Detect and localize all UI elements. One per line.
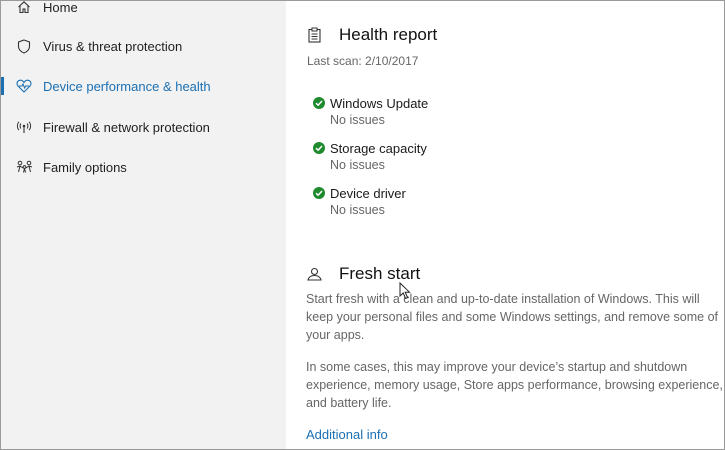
- check-circle-icon: [313, 97, 325, 109]
- antenna-icon: [15, 118, 33, 136]
- mouse-cursor-icon: [399, 282, 411, 300]
- status-item-storage-capacity: Storage capacity No issues: [313, 140, 427, 172]
- status-item-windows-update: Windows Update No issues: [313, 95, 428, 127]
- status-text: No issues: [330, 203, 385, 217]
- sidebar-item-label: Family options: [43, 159, 127, 175]
- sidebar-item-label: Firewall & network protection: [43, 119, 210, 135]
- fresh-start-header: Fresh start: [305, 264, 420, 284]
- status-name: Windows Update: [330, 95, 429, 111]
- window: Home Virus & threat protection Device pe…: [0, 0, 725, 450]
- heart-pulse-icon: [15, 77, 33, 95]
- last-scan-text: Last scan: 2/10/2017: [307, 54, 419, 68]
- active-indicator: [1, 77, 4, 95]
- fresh-start-title: Fresh start: [339, 264, 421, 283]
- sidebar-item-home[interactable]: Home: [1, 0, 286, 24]
- health-report-title: Health report: [339, 25, 438, 44]
- health-report-header: Health report: [305, 25, 437, 45]
- status-text: No issues: [330, 113, 385, 127]
- sidebar-item-label: Device performance & health: [43, 78, 211, 94]
- sidebar-item-firewall-network-protection[interactable]: Firewall & network protection: [1, 110, 286, 144]
- clipboard-icon: [305, 26, 323, 44]
- status-name: Storage capacity: [330, 140, 427, 156]
- check-circle-icon: [313, 187, 325, 199]
- sidebar: Home Virus & threat protection Device pe…: [1, 1, 286, 449]
- sidebar-item-virus-threat-protection[interactable]: Virus & threat protection: [1, 29, 286, 63]
- status-item-device-driver: Device driver No issues: [313, 185, 406, 217]
- additional-info-link[interactable]: Additional info: [306, 427, 388, 442]
- status-text: No issues: [330, 158, 385, 172]
- shield-icon: [15, 37, 33, 55]
- family-icon: [15, 158, 33, 176]
- sidebar-item-device-performance-health[interactable]: Device performance & health: [1, 69, 286, 103]
- fresh-start-description: Start fresh with a clean and up-to-date …: [306, 292, 719, 342]
- sidebar-item-family-options[interactable]: Family options: [1, 150, 286, 184]
- status-name: Device driver: [330, 185, 406, 201]
- fresh-start-benefits: In some cases, this may improve your dev…: [306, 360, 723, 410]
- sidebar-item-label: Home: [43, 0, 78, 15]
- fresh-start-icon: [305, 265, 323, 283]
- sidebar-item-label: Virus & threat protection: [43, 38, 183, 54]
- home-icon: [15, 1, 33, 16]
- check-circle-icon: [313, 142, 325, 154]
- main-content: Health report Last scan: 2/10/2017 Windo…: [286, 1, 724, 449]
